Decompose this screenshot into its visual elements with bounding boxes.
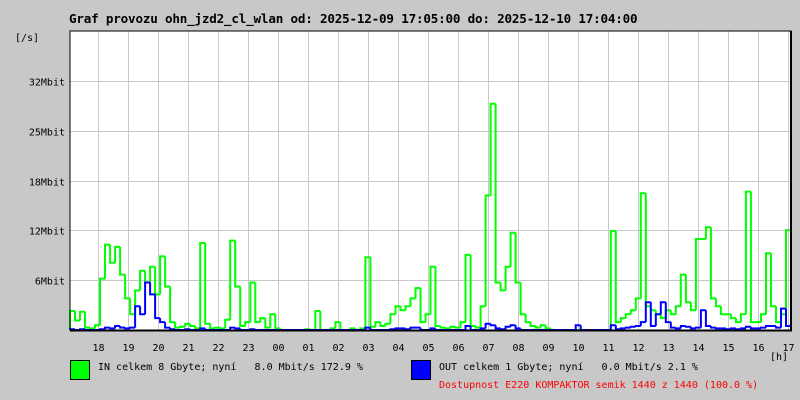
out-point [619, 327, 626, 330]
out-point [129, 326, 136, 329]
out-point [714, 327, 721, 330]
out-point [739, 327, 746, 330]
x-tick-label: 09 [542, 343, 554, 354]
x-tick-label: 05 [422, 343, 434, 354]
y-axis-label: [/s] [15, 33, 39, 44]
x-tick-label: 10 [572, 343, 584, 354]
legend-out-swatch [411, 360, 431, 380]
x-tick-label: 07 [482, 343, 494, 354]
x-tick-label: 22 [212, 343, 224, 354]
x-tick-label: 13 [662, 343, 674, 354]
traffic-chart: [/s] [h] 6Mbit12Mbit18Mbit25Mbit32Mbit 1… [15, 30, 795, 363]
x-tick-label: 18 [92, 343, 104, 354]
x-tick-label: 14 [692, 343, 704, 354]
y-tick-labels: 6Mbit 12Mbit 18Mbit 25Mbit 32Mbit [29, 78, 65, 288]
y-tick-label: 25Mbit [29, 128, 65, 139]
out-point [684, 325, 691, 328]
x-tick-label: 06 [452, 343, 464, 354]
x-tick-label: 19 [122, 343, 134, 354]
x-tick-label: 04 [392, 343, 404, 354]
out-point [234, 327, 241, 330]
legend-out-text: OUT celkem 1 Gbyte; nyní 0.0 Mbit/s 2.1 … [439, 362, 698, 373]
in-point [179, 325, 186, 328]
x-tick-label: 11 [602, 343, 614, 354]
out-point [624, 326, 631, 329]
x-tick-label: 17 [782, 343, 794, 354]
x-tick-label: 21 [182, 343, 194, 354]
x-tick-label: 02 [332, 343, 344, 354]
out-point [760, 326, 766, 329]
out-point [394, 327, 401, 330]
x-tick-label: 01 [302, 343, 314, 354]
y-tick-label: 6Mbit [35, 277, 65, 288]
x-tick-label: 12 [632, 343, 644, 354]
x-tick-label: 23 [242, 343, 254, 354]
availability-text: Dostupnost E220 KOMPAKTOR semik 1440 z 1… [439, 380, 759, 391]
y-tick-label: 18Mbit [29, 178, 65, 189]
x-tick-label: 00 [272, 343, 284, 354]
x-tick-labels: 18 19 20 21 22 23 00 01 02 03 04 05 06 07 08 09 10 11 12 13… [92, 343, 794, 354]
out-point [629, 325, 636, 328]
out-point [634, 325, 641, 327]
x-tick-label: 15 [722, 343, 734, 354]
y-tick-label: 32Mbit [29, 78, 65, 89]
out-point [694, 326, 701, 329]
x-tick-label: 08 [512, 343, 524, 354]
legend-in-text: IN celkem 8 Gbyte; nyní 8.0 Mbit/s 172.9… [98, 362, 363, 373]
y-tick-label: 12Mbit [29, 227, 65, 238]
x-tick-label: 20 [152, 343, 164, 354]
x-tick-label: 03 [362, 343, 374, 354]
x-tick-label: 16 [752, 343, 764, 354]
legend-in-swatch [70, 360, 90, 380]
